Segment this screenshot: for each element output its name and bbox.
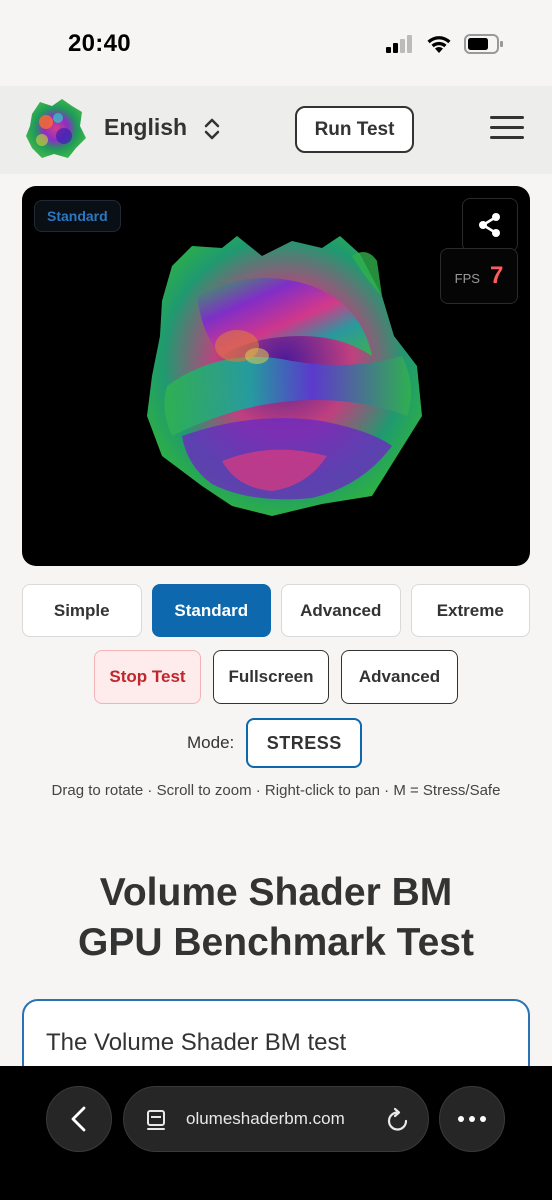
back-arrow-icon bbox=[71, 1106, 86, 1132]
fractal-render bbox=[147, 236, 422, 516]
quality-extreme-button[interactable]: Extreme bbox=[410, 584, 530, 637]
controls-hint: Drag to rotate · Scroll to zoom · Right-… bbox=[51, 782, 501, 799]
share-icon bbox=[479, 213, 500, 237]
quality-simple-button[interactable]: Simple bbox=[22, 584, 142, 637]
signal-icon bbox=[386, 35, 412, 53]
url-text[interactable]: olumeshaderbm.com bbox=[186, 1109, 345, 1129]
quality-selector: Simple Standard Advanced Extreme bbox=[22, 584, 530, 637]
reload-icon[interactable] bbox=[386, 1107, 410, 1133]
share-button[interactable] bbox=[462, 198, 518, 252]
more-button[interactable] bbox=[439, 1086, 505, 1152]
chevron-updown-icon[interactable] bbox=[202, 116, 222, 142]
fps-label: FPS bbox=[454, 270, 480, 286]
more-icon bbox=[458, 1116, 486, 1122]
browser-toolbar: olumeshaderbm.com bbox=[0, 1066, 552, 1200]
site-logo[interactable] bbox=[22, 96, 88, 162]
quality-advanced-button[interactable]: Advanced bbox=[281, 584, 401, 637]
language-selector[interactable]: English bbox=[104, 114, 187, 141]
fps-counter: FPS 7 bbox=[440, 248, 518, 304]
fullscreen-button[interactable]: Fullscreen bbox=[213, 650, 329, 704]
address-bar[interactable]: olumeshaderbm.com bbox=[123, 1086, 429, 1152]
wifi-icon bbox=[427, 36, 451, 53]
quality-standard-button[interactable]: Standard bbox=[151, 584, 271, 637]
mode-toggle-button[interactable]: STRESS bbox=[246, 718, 363, 768]
mode-badge: Standard bbox=[34, 200, 121, 232]
stop-test-button[interactable]: Stop Test bbox=[94, 650, 201, 704]
page-title-line1: Volume Shader BM bbox=[99, 871, 453, 914]
site-header: English Run Test bbox=[0, 86, 552, 174]
mode-label: Mode: bbox=[187, 733, 235, 752]
fps-value: 7 bbox=[489, 262, 504, 289]
back-button[interactable] bbox=[46, 1086, 112, 1152]
mode-row: Mode: STRESS bbox=[187, 718, 363, 768]
run-test-button[interactable]: Run Test bbox=[295, 106, 414, 153]
page-title: Volume Shader BM GPU Benchmark Test bbox=[0, 868, 552, 968]
hamburger-menu-icon[interactable] bbox=[490, 114, 526, 142]
render-canvas[interactable]: Standard FPS 7 bbox=[22, 186, 530, 566]
status-icons bbox=[386, 34, 504, 54]
advanced-settings-button[interactable]: Advanced bbox=[341, 650, 458, 704]
page-title-line2: GPU Benchmark Test bbox=[78, 921, 474, 964]
intro-card-text: The Volume Shader BM test bbox=[46, 1029, 347, 1056]
action-buttons: Stop Test Fullscreen Advanced bbox=[94, 650, 458, 704]
tabs-icon[interactable] bbox=[146, 1109, 168, 1133]
battery-icon bbox=[464, 34, 503, 54]
status-bar: 20:40 bbox=[0, 0, 552, 86]
status-time: 20:40 bbox=[68, 30, 131, 57]
